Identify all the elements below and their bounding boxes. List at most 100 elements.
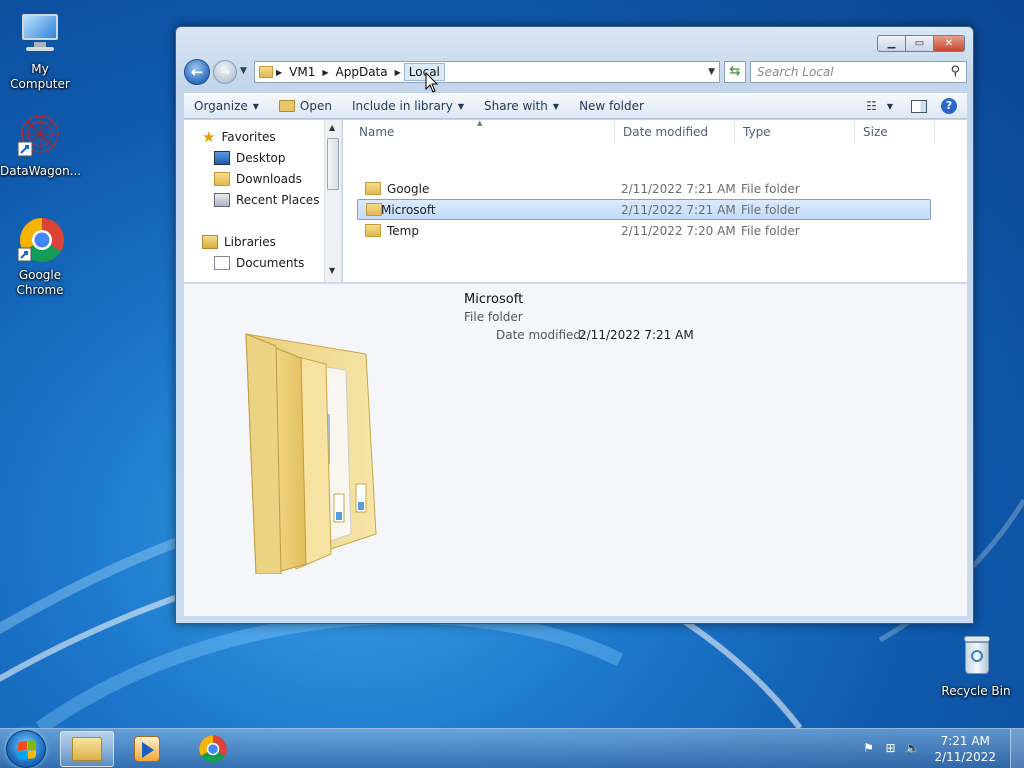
- nav-item-downloads[interactable]: Downloads: [214, 169, 302, 189]
- file-date: 2/11/2022 7:21 AM: [621, 181, 736, 196]
- chrome-icon: [199, 735, 227, 763]
- nav-item-label: Desktop: [236, 151, 286, 165]
- help-icon[interactable]: ?: [941, 98, 957, 114]
- recent-pages-dropdown[interactable]: ▼: [240, 66, 247, 76]
- taskbar: ⚑ ⊞ 🔈 7:21 AM 2/11/2022: [0, 728, 1024, 768]
- view-options-dropdown[interactable]: ▼: [887, 102, 893, 111]
- address-folder-icon: ▶: [259, 62, 285, 82]
- file-type: File folder: [741, 223, 800, 238]
- new-folder-label: New folder: [579, 99, 644, 113]
- downloads-folder-icon: [214, 172, 230, 186]
- arrow-left-icon: ←: [190, 63, 204, 81]
- recycle-bin-icon: [952, 632, 1000, 680]
- navigation-pane-scrollbar[interactable]: ▲ ▼: [324, 120, 341, 282]
- details-date-label: Date modified:: [496, 328, 586, 342]
- open-label: Open: [299, 99, 332, 113]
- volume-icon[interactable]: 🔈: [904, 741, 920, 757]
- breadcrumb-separator-icon[interactable]: ▶: [273, 68, 285, 77]
- file-list: Name ▲ Date modified Type Size Google 2/…: [343, 119, 967, 282]
- organize-label: Organize: [194, 99, 248, 113]
- share-with-label: Share with: [484, 99, 548, 113]
- close-button[interactable]: ✕: [933, 35, 965, 52]
- desktop-icon-recycle-bin[interactable]: Recycle Bin: [936, 632, 1016, 699]
- column-header-type[interactable]: Type: [735, 120, 855, 144]
- column-header-size[interactable]: Size: [855, 120, 935, 144]
- desktop-icon-datawagon[interactable]: DataWagon...: [0, 112, 81, 179]
- file-date: 2/11/2022 7:21 AM: [621, 202, 736, 217]
- taskbar-explorer-button[interactable]: [60, 731, 114, 767]
- network-icon[interactable]: ⊞: [882, 741, 898, 757]
- minimize-button[interactable]: ▁: [877, 35, 905, 52]
- desktop-icon-my-computer[interactable]: My Computer: [0, 10, 80, 92]
- clock-time: 7:21 AM: [940, 734, 990, 748]
- new-folder-button[interactable]: New folder: [569, 94, 654, 118]
- search-input[interactable]: [751, 62, 941, 82]
- file-name: Microsoft: [381, 202, 436, 217]
- column-header-label: Type: [743, 125, 771, 139]
- explorer-window[interactable]: ▁ ▭ ✕ ← → ▼ ▶ VM1 ▶ AppData ▶ Local ▼ ⇆ …: [175, 26, 974, 624]
- desktop-icon-google-chrome[interactable]: Google Chrome: [0, 216, 80, 298]
- nav-item-favorites[interactable]: ★ Favorites: [202, 127, 276, 147]
- back-button[interactable]: ←: [184, 59, 210, 85]
- chevron-down-icon: ▼: [552, 101, 560, 111]
- address-history-dropdown[interactable]: ▼: [708, 67, 715, 77]
- forward-button[interactable]: →: [213, 60, 237, 84]
- scroll-down-icon[interactable]: ▼: [329, 266, 335, 275]
- folder-icon: [366, 203, 382, 216]
- include-in-library-label: Include in library: [351, 99, 453, 113]
- clock-date: 2/11/2022: [934, 750, 996, 764]
- caption-buttons: ▁ ▭ ✕: [877, 35, 965, 52]
- navigation-bar: ← → ▼ ▶ VM1 ▶ AppData ▶ Local ▼ ⇆ ⚲: [184, 59, 967, 87]
- scroll-up-icon[interactable]: ▲: [329, 123, 335, 132]
- column-header-label: Size: [863, 125, 888, 139]
- nav-item-label: Libraries: [224, 235, 276, 249]
- breadcrumb-vm1[interactable]: VM1 ▶: [285, 62, 331, 82]
- breadcrumb-separator-icon[interactable]: ▶: [392, 68, 404, 77]
- folder-icon: [365, 224, 381, 237]
- file-name: Temp: [387, 223, 419, 238]
- nav-item-desktop[interactable]: Desktop: [214, 148, 286, 168]
- taskbar-chrome-button[interactable]: [186, 731, 240, 767]
- show-desktop-button[interactable]: [1010, 729, 1024, 768]
- start-button[interactable]: [6, 730, 46, 768]
- desktop-icon-label: Google Chrome: [16, 268, 64, 297]
- clock[interactable]: 7:21 AM 2/11/2022: [926, 733, 1010, 765]
- open-button[interactable]: Open: [269, 94, 342, 118]
- folder-icon: [365, 182, 381, 195]
- maximize-button[interactable]: ▭: [905, 35, 933, 52]
- minimize-icon: ▁: [887, 38, 896, 49]
- nav-item-documents[interactable]: Documents: [214, 253, 304, 273]
- include-in-library-button[interactable]: Include in library ▼: [342, 94, 474, 118]
- address-bar[interactable]: ▶ VM1 ▶ AppData ▶ Local ▼: [254, 61, 720, 83]
- scrollbar-thumb[interactable]: [327, 138, 339, 190]
- chrome-icon: [16, 216, 64, 264]
- nav-item-label: Recent Places: [236, 193, 320, 207]
- file-type: File folder: [741, 202, 800, 217]
- column-header-date-modified[interactable]: Date modified: [615, 120, 735, 144]
- desktop-icon-label: Recycle Bin: [941, 684, 1011, 698]
- nav-item-recent-places[interactable]: Recent Places: [214, 190, 319, 210]
- action-center-icon[interactable]: ⚑: [860, 741, 876, 757]
- refresh-button[interactable]: ⇆: [724, 61, 746, 83]
- preview-pane-icon[interactable]: [911, 99, 927, 113]
- breadcrumb-separator-icon[interactable]: ▶: [319, 68, 331, 77]
- file-name: Google: [387, 181, 430, 196]
- command-bar: Organize ▼ Open Include in library ▼ Sha…: [184, 93, 967, 119]
- share-with-button[interactable]: Share with ▼: [474, 94, 569, 118]
- taskbar-media-player-button[interactable]: [120, 731, 174, 767]
- close-icon: ✕: [944, 38, 954, 49]
- file-row-google[interactable]: Google 2/11/2022 7:21 AM File folder: [357, 178, 931, 199]
- computer-icon: [16, 10, 64, 58]
- file-row-temp[interactable]: Temp 2/11/2022 7:20 AM File folder: [357, 220, 931, 241]
- change-view-icon[interactable]: ☷: [866, 99, 877, 113]
- breadcrumb-appdata[interactable]: AppData ▶: [332, 62, 404, 82]
- nav-item-libraries[interactable]: Libraries: [202, 232, 276, 252]
- file-row-microsoft[interactable]: Microsoft 2/11/2022 7:21 AM File folder: [357, 199, 931, 220]
- organize-button[interactable]: Organize ▼: [184, 94, 269, 118]
- column-header-name[interactable]: Name ▲: [351, 119, 615, 144]
- nav-item-label: Documents: [236, 256, 305, 270]
- details-date-value[interactable]: 2/11/2022 7:21 AM: [579, 328, 694, 342]
- search-icon[interactable]: ⚲: [950, 64, 960, 79]
- system-tray: ⚑ ⊞ 🔈 7:21 AM 2/11/2022: [860, 729, 1024, 768]
- media-player-icon: [134, 736, 160, 762]
